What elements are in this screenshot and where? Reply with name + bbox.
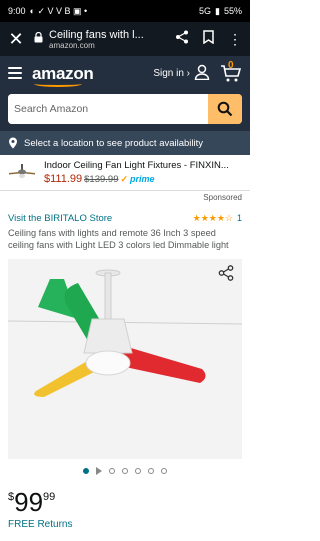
menu-icon[interactable] bbox=[8, 67, 22, 79]
price-fraction: 99 bbox=[43, 491, 56, 503]
lock-icon bbox=[34, 30, 43, 48]
carousel-dot[interactable] bbox=[148, 468, 154, 474]
share-product-icon[interactable] bbox=[218, 265, 234, 286]
ad-product-thumbnail bbox=[8, 161, 36, 185]
product-image-gallery[interactable] bbox=[8, 259, 242, 459]
close-icon[interactable]: ✕ bbox=[8, 30, 24, 48]
carousel-dot[interactable] bbox=[83, 468, 89, 474]
search-icon bbox=[217, 101, 233, 117]
carousel-dot[interactable] bbox=[109, 468, 115, 474]
carousel-dot[interactable] bbox=[122, 468, 128, 474]
account-icon bbox=[194, 64, 210, 83]
amazon-logo[interactable]: amazon bbox=[32, 65, 94, 87]
prime-check-icon: ✓ bbox=[120, 174, 129, 184]
product-title: Ceiling fans with lights and remote 36 I… bbox=[8, 228, 229, 250]
notification-icons: ◐ ✓ V V B ▣ • bbox=[29, 5, 88, 16]
browser-toolbar: ✕ Ceiling fans with l... amazon.com ⋮ bbox=[0, 22, 250, 56]
carousel-dot[interactable] bbox=[135, 468, 141, 474]
bookmark-icon[interactable] bbox=[203, 29, 214, 49]
search-button[interactable] bbox=[208, 94, 242, 124]
ad-title: Indoor Ceiling Fan Light Fixtures - FINX… bbox=[44, 160, 229, 171]
ad-price: $111.99 bbox=[44, 173, 83, 185]
image-carousel-indicator bbox=[0, 459, 250, 483]
store-link[interactable]: Visit the BIRITALO Store bbox=[8, 213, 112, 224]
ad-list-price: $139.99 bbox=[84, 174, 119, 185]
star-rating-icon: ★★★★☆ bbox=[192, 212, 233, 223]
product-image bbox=[8, 259, 242, 459]
cart-button[interactable]: 0 bbox=[220, 60, 242, 83]
video-play-icon[interactable] bbox=[96, 467, 102, 475]
sponsored-ad[interactable]: Indoor Ceiling Fan Light Fixtures - FINX… bbox=[0, 155, 250, 191]
more-options-icon[interactable]: ⋮ bbox=[228, 32, 242, 46]
search-area bbox=[0, 90, 250, 131]
page-domain: amazon.com bbox=[49, 40, 95, 50]
product-price: $ 99 99 bbox=[0, 483, 250, 519]
cart-count: 0 bbox=[228, 60, 234, 71]
search-input[interactable] bbox=[8, 94, 208, 124]
carousel-dot[interactable] bbox=[161, 468, 167, 474]
rating[interactable]: ★★★★☆ 1 bbox=[193, 213, 242, 224]
sign-in-link[interactable]: Sign in › bbox=[153, 64, 210, 83]
free-returns-link[interactable]: FREE Returns bbox=[0, 519, 250, 533]
page-title: Ceiling fans with l... bbox=[49, 28, 144, 41]
rating-count: 1 bbox=[236, 213, 242, 223]
share-icon[interactable] bbox=[175, 30, 189, 49]
location-pin-icon bbox=[9, 137, 17, 149]
prime-badge: prime bbox=[130, 174, 155, 184]
status-bar: 9:00 ◐ ✓ V V B ▣ • 5G ▮ 55% bbox=[0, 0, 250, 22]
url-bar[interactable]: Ceiling fans with l... amazon.com bbox=[34, 29, 165, 50]
search-bar bbox=[8, 94, 242, 124]
sponsored-label: Sponsored bbox=[203, 193, 242, 202]
signal-icon: ▮ bbox=[215, 5, 220, 16]
status-time: 9:00 bbox=[8, 6, 26, 16]
amazon-header: amazon Sign in › 0 bbox=[0, 56, 250, 90]
battery-level: 55% bbox=[223, 6, 242, 16]
price-whole: 99 bbox=[14, 487, 44, 517]
location-bar[interactable]: Select a location to see product availab… bbox=[0, 131, 250, 155]
location-text: Select a location to see product availab… bbox=[24, 137, 204, 149]
network-type: 5G bbox=[199, 6, 212, 16]
